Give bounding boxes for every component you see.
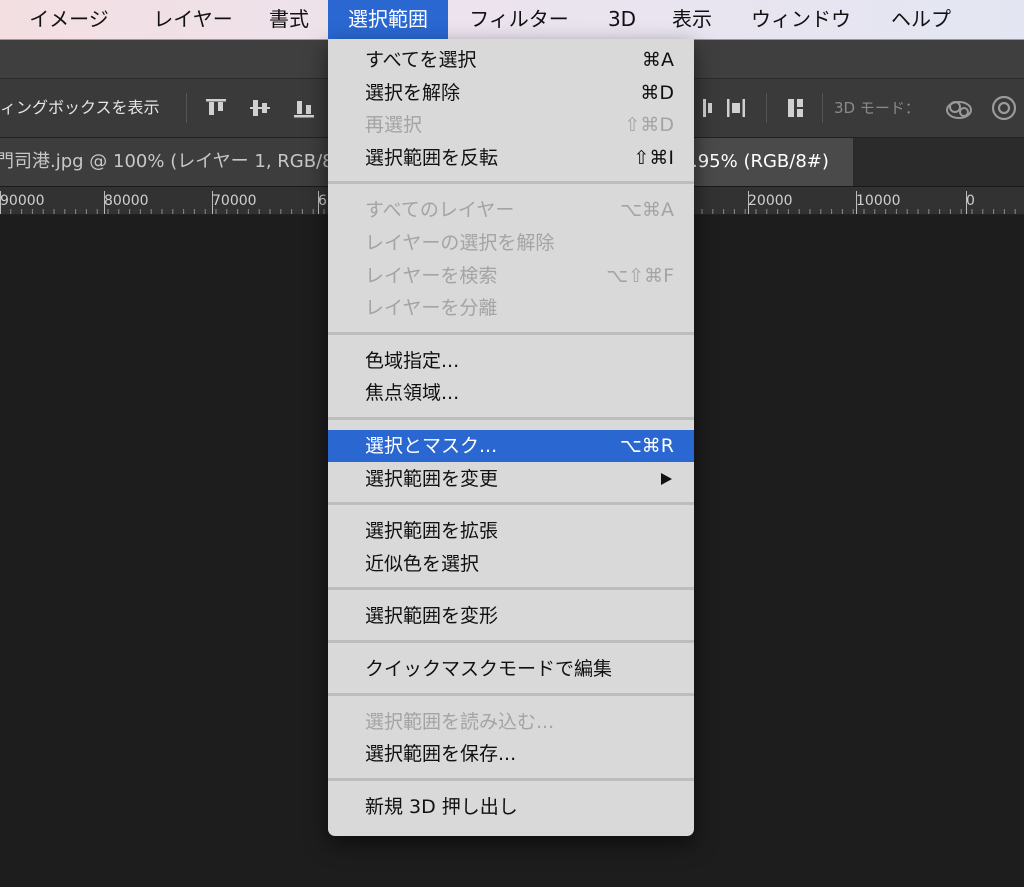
- menu-separator: [328, 417, 694, 420]
- menu-item[interactable]: 色域指定...: [328, 345, 694, 377]
- menu-item-label: 新規 3D 押し出し: [365, 795, 518, 818]
- menu-item-label: 選択範囲を保存...: [365, 743, 517, 766]
- menu-item: レイヤーの選択を解除: [328, 227, 694, 259]
- menu-separator: [328, 502, 694, 506]
- menu-item-label: 選択範囲を拡張: [365, 520, 499, 543]
- align-vertical-center-icon[interactable]: [248, 96, 272, 120]
- menu-item[interactable]: 新規 3D 押し出し: [328, 791, 694, 823]
- ruler-label: 90000: [0, 193, 45, 209]
- menu-filter[interactable]: フィルター: [452, 0, 586, 39]
- menu-item-label: 焦点領域...: [365, 382, 460, 405]
- menu-item-label: 選択を解除: [365, 81, 461, 104]
- menu-item[interactable]: 選択を解除 ⌘D: [328, 77, 694, 109]
- ruler-label: 80000: [104, 193, 149, 209]
- menu-item-shortcut: ⌘A: [642, 49, 674, 71]
- document-tab-active[interactable]: .95% (RGB/8#): [690, 138, 853, 186]
- separator: [822, 93, 823, 123]
- menu-item: 選択範囲を読み込む...: [328, 706, 694, 738]
- menu-item-label: 選択範囲を読み込む...: [365, 710, 555, 733]
- menu-layer[interactable]: レイヤー: [138, 0, 248, 39]
- ruler-label: 20000: [748, 193, 793, 209]
- menu-item-label: 選択範囲を変形: [365, 605, 499, 628]
- menu-item-label: すべてを選択: [365, 49, 477, 71]
- menu-item: レイヤーを分離: [328, 292, 694, 324]
- menu-item[interactable]: 焦点領域...: [328, 377, 694, 409]
- ruler-label: 70000: [212, 193, 257, 209]
- menu-item-label: 選択範囲を変更: [365, 467, 499, 490]
- menu-item-label: 近似色を選択: [365, 552, 480, 575]
- menu-item: 再選択 ⇧⌘D: [328, 109, 694, 141]
- menu-item-shortcut: ⌘D: [640, 81, 674, 104]
- align-bottom-icon[interactable]: [292, 96, 316, 120]
- menu-separator: [328, 777, 694, 781]
- ruler-label: 6: [318, 193, 327, 209]
- 3d-roll-icon[interactable]: [990, 94, 1018, 122]
- menu-type[interactable]: 書式: [258, 0, 320, 39]
- menu-item[interactable]: 選択範囲を変形: [328, 600, 694, 632]
- menu-separator: [328, 640, 694, 643]
- menu-window[interactable]: ウィンドウ: [736, 0, 866, 39]
- menu-item-label: レイヤーの選択を解除: [365, 232, 555, 254]
- menu-item[interactable]: 選択範囲を保存...: [328, 738, 694, 770]
- select-menu-dropdown: すべてを選択 ⌘A 選択を解除 ⌘D 再選択 ⇧⌘D 選択範囲を反転 ⇧⌘I すべてのレイヤー ⌥…: [328, 39, 694, 836]
- menu-select[interactable]: 選択範囲: [328, 0, 448, 39]
- menu-item-shortcut: ⇧⌘D: [624, 114, 674, 137]
- menu-item-shortcut: ⌥⇧⌘F: [606, 264, 674, 287]
- menu-item[interactable]: すべてを選択 ⌘A: [328, 44, 694, 76]
- menu-item-label: レイヤーを分離: [365, 297, 498, 320]
- 3d-orbit-icon[interactable]: [944, 96, 974, 122]
- menu-item-label: 選択範囲を反転: [365, 146, 499, 169]
- menu-item-label: レイヤーを検索: [365, 264, 498, 287]
- menu-item-label: クイックマスクモードで編集: [365, 658, 613, 680]
- menu-help[interactable]: ヘルプ: [876, 0, 966, 39]
- menu-item-label: 色域指定...: [365, 349, 460, 372]
- menu-item[interactable]: クイックマスクモードで編集: [328, 653, 694, 685]
- document-tab-title: 門司港.jpg @ 100% (レイヤー 1, RGB/8#): [0, 151, 330, 172]
- menu-item[interactable]: 近似色を選択: [328, 548, 694, 580]
- align-top-icon[interactable]: [204, 96, 228, 120]
- 3d-mode-label: 3D モード：: [834, 99, 920, 117]
- ruler-label: 0: [966, 193, 975, 209]
- menu-item-shortcut: ⇧⌘I: [633, 146, 674, 169]
- document-tab-title-active: .95% (RGB/8#): [692, 151, 829, 172]
- menu-item[interactable]: 選択とマスク... ⌥⌘R: [328, 430, 694, 462]
- auto-align-icon[interactable]: [784, 96, 808, 120]
- menu-item-label: すべてのレイヤー: [365, 199, 515, 222]
- ruler-label: 10000: [856, 193, 901, 209]
- separator: [186, 93, 187, 123]
- menu-item: レイヤーを検索 ⌥⇧⌘F: [328, 260, 694, 292]
- menu-item-label: 選択とマスク...: [365, 435, 498, 457]
- submenu-arrow-icon: [661, 472, 672, 485]
- menu-item[interactable]: 選択範囲を変更: [328, 463, 694, 495]
- menu-item[interactable]: 選択範囲を反転 ⇧⌘I: [328, 142, 694, 174]
- menu-separator: [328, 692, 694, 696]
- menu-item-label: 再選択: [365, 114, 423, 137]
- menu-separator: [328, 331, 694, 335]
- menu-item: すべてのレイヤー ⌥⌘A: [328, 194, 694, 226]
- document-tab-inactive[interactable]: 門司港.jpg @ 100% (レイヤー 1, RGB/8#): [0, 138, 330, 186]
- separator: [766, 93, 767, 123]
- menu-separator: [328, 587, 694, 591]
- menu-item[interactable]: 選択範囲を拡張: [328, 515, 694, 547]
- distribute-horizontal-icon[interactable]: [724, 96, 748, 120]
- distribute-right-icon[interactable]: [700, 96, 714, 120]
- menu-image[interactable]: イメージ: [10, 0, 128, 39]
- show-bounding-box-label[interactable]: ィングボックスを表示: [0, 79, 160, 137]
- menu-item-shortcut: ⌥⌘A: [620, 199, 674, 222]
- menu-separator: [328, 181, 694, 185]
- menu-3d[interactable]: 3D: [596, 0, 648, 39]
- menu-bar: イメージ レイヤー 書式 選択範囲 フィルター 3D 表示 ウィンドウ ヘルプ: [0, 0, 1024, 40]
- menu-view[interactable]: 表示: [660, 0, 724, 39]
- menu-item-shortcut: ⌥⌘R: [619, 435, 674, 457]
